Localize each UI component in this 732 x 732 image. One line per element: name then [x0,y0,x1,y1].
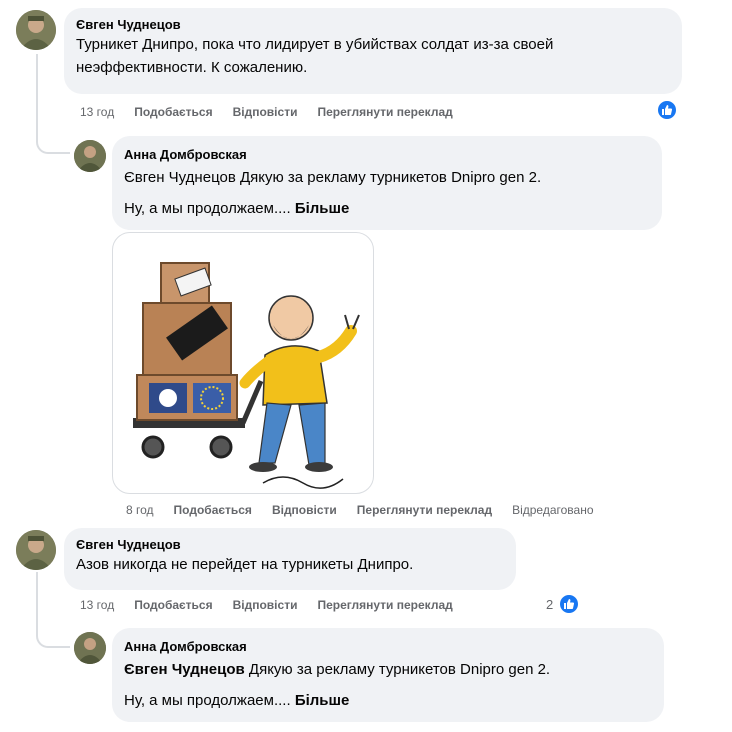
see-more-link[interactable]: Більше [295,692,350,709]
comment-text: Турникет Днипро, пока что лидирует в уби… [76,36,554,76]
like-button[interactable]: Подобається [174,503,252,517]
reply-text: Євген Чуднецов Дякую за рекламу турникет… [124,658,652,681]
reply-text-continued: Ну, а мы продолжаем.... Більше [124,689,652,712]
like-button[interactable]: Подобається [134,598,212,612]
reply-actions: 8 год Подобається Відповісти Переглянути… [126,500,594,520]
reply-time[interactable]: 8 год [126,503,154,517]
reply-text: Євген Чуднецов Дякую за рекламу турникет… [124,169,542,186]
avatar[interactable] [74,140,106,172]
comment-bubble: Євген Чуднецов Азов никогда не перейдет … [64,528,516,590]
reply-button[interactable]: Відповісти [233,105,298,119]
see-more-link[interactable]: Більше [295,200,350,217]
reply-bubble: Анна Домбровская Євген Чуднецов Дякую за… [112,628,664,722]
see-translation-button[interactable]: Переглянути переклад [357,503,492,517]
reply-text-body: Дякую за рекламу турникетов Dnipro gen 2… [244,661,551,678]
avatar[interactable] [74,632,106,664]
reply-text-line2: Ну, а мы продолжаем.... [124,692,291,709]
reaction-count[interactable]: 2 [546,597,553,612]
reply-text-continued: Ну, а мы продолжаем.... Більше [124,197,650,220]
cartoon-illustration [133,262,360,489]
thread-elbow [36,120,70,154]
see-translation-button[interactable]: Переглянути переклад [317,598,452,612]
reply-bubble: Анна Домбровская Євген Чуднецов Дякую за… [112,136,662,230]
mention-link[interactable]: Євген Чуднецов [124,661,245,678]
comment-author[interactable]: Євген Чуднецов [76,536,504,553]
comment-bubble: Євген Чуднецов Турникет Днипро, пока что… [64,8,682,94]
avatar[interactable] [16,530,56,570]
see-translation-button[interactable]: Переглянути переклад [317,105,452,119]
comment-text: Азов никогда не перейдет на турникеты Дн… [76,556,414,573]
comment-actions: 13 год Подобається Відповісти Переглянут… [80,595,473,615]
reply-button[interactable]: Відповісти [272,503,337,517]
reply-button[interactable]: Відповісти [233,598,298,612]
comment-time[interactable]: 13 год [80,105,114,119]
comment-author[interactable]: Євген Чуднецов [76,16,670,33]
comment-actions: 13 год Подобається Відповісти Переглянут… [80,102,473,122]
reply-author[interactable]: Анна Домбровская [124,146,650,163]
like-button[interactable]: Подобається [134,105,212,119]
avatar[interactable] [16,10,56,50]
reply-text-line2: Ну, а мы продолжаем.... [124,200,291,217]
comment-time[interactable]: 13 год [80,598,114,612]
like-reaction-icon[interactable] [558,593,580,615]
thread-elbow [36,614,70,648]
like-reaction-icon[interactable] [656,99,678,121]
attached-image[interactable] [112,232,374,494]
reply-author[interactable]: Анна Домбровская [124,638,652,655]
edited-label: Відредаговано [512,503,594,517]
